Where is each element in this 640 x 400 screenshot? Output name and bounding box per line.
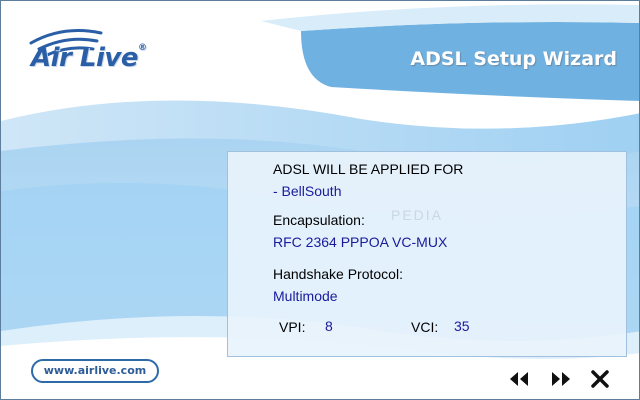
handshake-value: Multimode: [273, 288, 338, 304]
back-button[interactable]: [507, 367, 531, 391]
vci-label: VCI:: [411, 319, 439, 335]
encapsulation-value: RFC 2364 PPPOA VC-MUX: [273, 234, 448, 250]
double-left-arrow-icon: [510, 372, 528, 386]
applied-for-label: ADSL WILL BE APPLIED FOR: [273, 161, 464, 177]
wizard-title: ADSL Setup Wizard: [410, 48, 617, 70]
close-button[interactable]: [588, 367, 612, 391]
handshake-label: Handshake Protocol:: [273, 266, 403, 282]
registered-mark: ®: [137, 43, 147, 53]
brand-logo-text: Air Live®: [31, 43, 147, 73]
vci-value: 35: [454, 318, 470, 334]
watermark: PEDIA: [391, 207, 444, 223]
double-right-arrow-icon: [552, 372, 570, 386]
close-icon: [591, 370, 609, 388]
applied-for-value: - BellSouth: [273, 183, 342, 199]
wizard-window: Air Live® ADSL Setup Wizard PEDIA ADSL W…: [0, 0, 640, 400]
vpi-value: 8: [325, 318, 333, 334]
vpi-label: VPI:: [279, 319, 306, 335]
encapsulation-label: Encapsulation:: [273, 212, 365, 228]
website-link[interactable]: www.airlive.com: [31, 359, 159, 383]
next-button[interactable]: [549, 367, 573, 391]
brand-name: Air Live: [31, 43, 138, 73]
